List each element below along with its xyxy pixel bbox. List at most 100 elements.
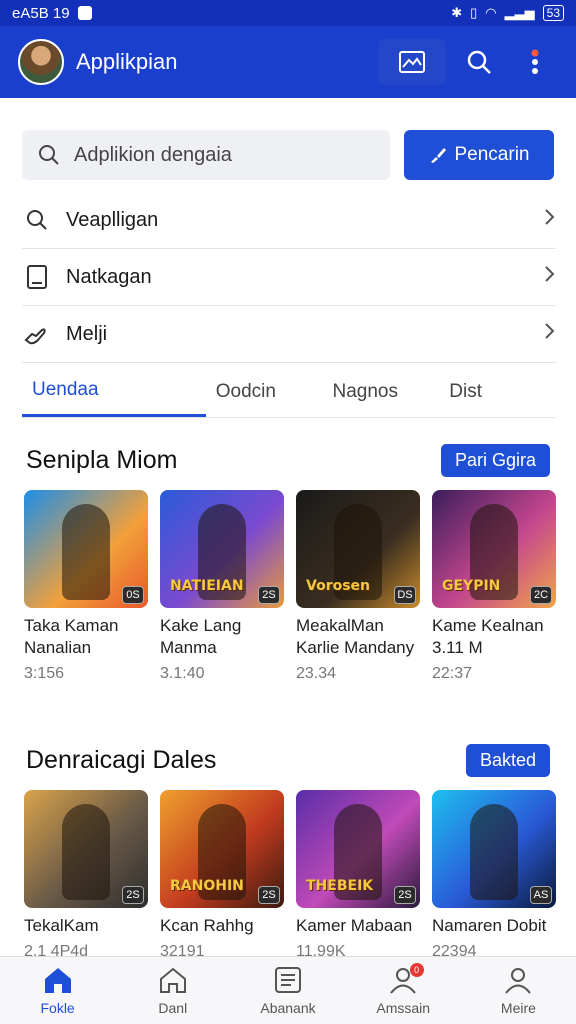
rating-badge: DS [394,586,416,604]
search-row: Adplikion dengaia Pencarin [22,130,554,180]
notification-badge: 0 [409,963,424,977]
section-action-button[interactable]: Pari Ggira [440,443,550,477]
app-title: Applikpian [76,49,178,74]
tab-uendaa[interactable]: Uendaa [22,366,206,417]
nav-label: Amssain [376,999,431,1016]
section-recommended: Denraicagi Dales Bakted 2S TekalKam 2.1 4P… [0,740,576,961]
game-logo: Vorosen [306,578,371,594]
section-action-button[interactable]: Bakted [465,743,550,777]
game-logo: GEYPIN [442,578,501,594]
character-figure [62,804,110,900]
rating-badge: 2C [530,586,552,604]
section-popular: Senipla Miom Pari Ggira 0S Taka Kaman Nana… [0,440,576,683]
card-meta: 3:156 [24,665,65,682]
search-button[interactable]: Pencarin [404,130,554,180]
search-icon[interactable] [456,39,502,85]
game-thumbnail: AS [432,790,556,908]
game-card[interactable]: THEBEIK 2S Kamer Mabaan 11.99K [296,790,420,961]
section-title: Senipla Miom [26,445,178,474]
nav-item-danl[interactable]: Danl [115,957,230,1024]
house-outline-icon [159,967,186,993]
card-title: Namaren Dobit [432,916,547,935]
nav-label: Fokle [40,999,75,1016]
menu-item-label: Melji [66,322,108,345]
menu-item-natkagan[interactable]: Natkagan [22,249,556,306]
gallery-icon[interactable] [378,39,446,85]
card-row: 0S Taka Kaman Nanalian 3:156 NATIEIAN 2S Kake … [0,490,576,683]
card-title: Kake Lang Manma [160,616,242,657]
character-figure [62,504,110,600]
chevron-right-icon [544,208,556,232]
status-bar: eA5B 19 ✱ ▯ ◠ ▂▃▅ 53 [0,0,576,26]
game-thumbnail: 0S [24,490,148,608]
tablet-icon [22,265,52,289]
game-logo: NATIEIAN [170,578,244,594]
vibrate-icon: ▯ [470,5,478,20]
game-thumbnail: NATIEIAN 2S [160,490,284,608]
more-icon[interactable] [512,39,558,85]
card-title: Kamer Mabaan [296,916,413,935]
game-thumbnail: GEYPIN 2C [432,490,556,608]
game-card[interactable]: Vorosen DS MeakalMan Karlie Mandany 23.34 [296,490,420,683]
game-card[interactable]: 2S TekalKam 2.1 4P4d [24,790,148,961]
rating-badge: 2S [258,586,280,604]
game-card[interactable]: RANOHIN 2S Kcan Rahhg 32191 [160,790,284,961]
card-title: TekalKam [24,916,99,935]
game-thumbnail: THEBEIK 2S [296,790,420,908]
avatar[interactable] [18,39,64,85]
card-meta: 3.1:40 [160,665,205,682]
tab-dist[interactable]: Dist [439,366,556,417]
game-card[interactable]: NATIEIAN 2S Kake Lang Manma 3.1:40 [160,490,284,683]
game-logo: RANOHIN [170,878,244,894]
notification-icon [77,6,92,20]
card-meta: 22:37 [432,665,473,682]
menu-item-label: Natkagan [66,265,152,288]
game-card[interactable]: AS Namaren Dobit 22394 [432,790,556,961]
card-meta: 23.34 [296,665,337,682]
game-thumbnail: RANOHIN 2S [160,790,284,908]
status-time: eA5B 19 [12,4,70,22]
nav-label: Meire [500,999,536,1016]
rating-badge: 2S [394,886,416,904]
game-logo: THEBEIK [306,878,374,894]
nav-item-amssain[interactable]: 0 Amssain [346,957,461,1024]
list-icon [275,966,301,993]
rating-badge: 2S [122,886,144,904]
search-input[interactable]: Adplikion dengaia [22,130,390,180]
app-bar: Applikpian [0,26,576,98]
nav-item-fokle[interactable]: Fokle [0,957,115,1024]
person-icon [505,967,532,994]
menu-list: Veaplligan Natkagan Melji [22,192,556,363]
card-title: MeakalMan Karlie Mandany [296,616,415,657]
signal-icon: ▂▃▅ [504,5,535,20]
chevron-right-icon [544,265,556,289]
game-card[interactable]: GEYPIN 2C Kame Kealnan 3.11 M 22:37 [432,490,556,683]
menu-item-veaplligan[interactable]: Veaplligan [22,192,556,249]
menu-item-label: Veaplligan [66,208,159,231]
search-icon [22,209,52,231]
nav-item-abanank[interactable]: Abanank [230,957,345,1024]
rating-badge: 2S [258,886,280,904]
card-title: Kcan Rahhg [160,916,254,935]
tab-nagnos[interactable]: Nagnos [322,366,439,417]
game-card[interactable]: 0S Taka Kaman Nanalian 3:156 [24,490,148,683]
tab-oodcin[interactable]: Oodcin [206,366,323,417]
card-title: Kame Kealnan 3.11 M [432,616,544,657]
rating-badge: 0S [122,586,144,604]
chevron-right-icon [544,322,556,346]
game-thumbnail: Vorosen DS [296,490,420,608]
section-title: Denraicagi Dales [26,745,217,774]
battery-icon: 53 [542,5,564,21]
character-figure [470,804,518,900]
tab-bar: Uendaa Oodcin Nagnos Dist [22,366,556,418]
card-row: 2S TekalKam 2.1 4P4d RANOHIN 2S Kcan Rahhg 321… [0,790,576,961]
home-icon [44,967,71,993]
bluetooth-icon: ✱ [451,5,463,20]
search-button-label: Pencarin [454,144,530,165]
brush-icon [430,148,446,163]
bottom-nav: Fokle Danl Abanank 0 Amssain Meire [0,956,576,1024]
menu-item-melji[interactable]: Melji [22,306,556,363]
nav-label: Abanank [260,999,316,1016]
nav-item-meire[interactable]: Meire [461,957,576,1024]
search-icon [39,145,59,165]
